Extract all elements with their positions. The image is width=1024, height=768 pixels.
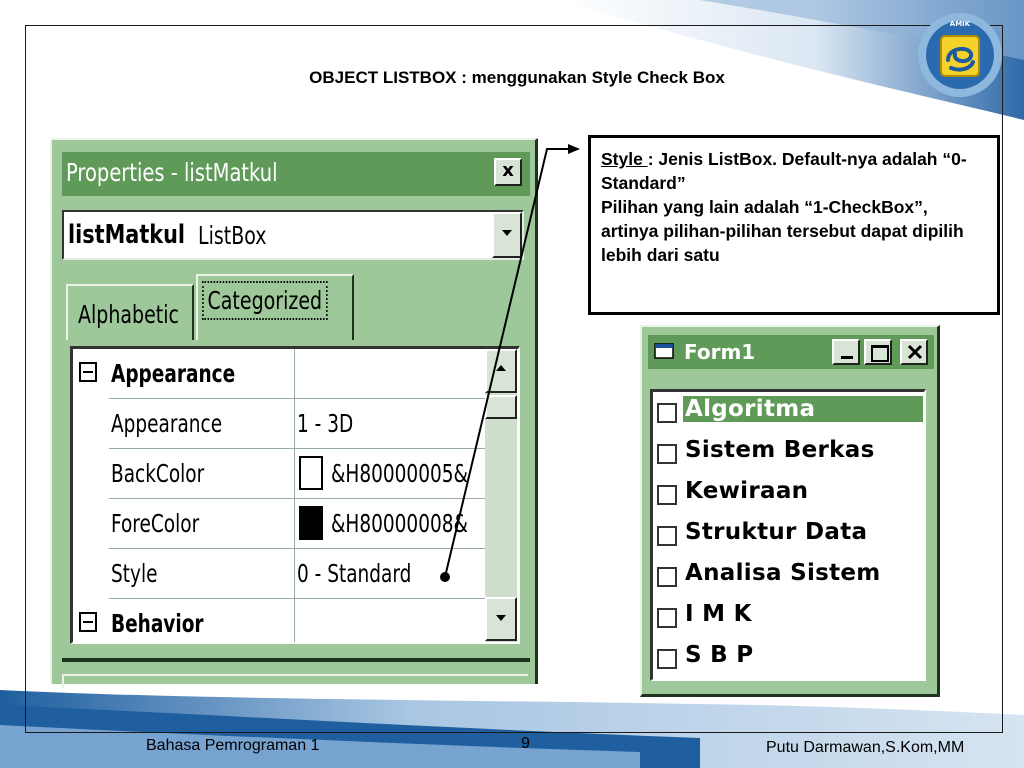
list-item[interactable]: I M K: [653, 597, 923, 637]
form-icon: [654, 343, 674, 359]
tab-alphabetic-label: Alphabetic: [78, 300, 179, 329]
maximize-button[interactable]: [864, 339, 892, 365]
list-item-label: Struktur Data: [685, 519, 868, 545]
property-name: ForeColor: [111, 509, 200, 538]
close-button[interactable]: [900, 339, 928, 365]
list-item-checkbox[interactable]: [657, 403, 677, 423]
object-selector-combo[interactable]: listMatkul ListBox: [62, 210, 524, 260]
footer-author: Putu Darmawan,S.Kom,MM: [766, 739, 965, 756]
callout-detail: Pilihan yang lain adalah “1-CheckBox”, a…: [601, 197, 964, 265]
scroll-thumb[interactable]: [485, 395, 517, 419]
property-value: &H80000008&: [331, 509, 468, 538]
callout-term: Style: [601, 149, 648, 169]
grid-category-row[interactable]: Behavior: [73, 599, 503, 642]
list-item-label: Algoritma: [683, 396, 923, 422]
close-icon: [907, 344, 923, 360]
list-item-checkbox[interactable]: [657, 444, 677, 464]
form1-window: Form1 Algoritma Sistem Berkas Kewiraan S…: [640, 325, 940, 697]
slide-title: OBJECT LISTBOX : menggunakan Style Check…: [309, 68, 725, 87]
list-item-label: Kewiraan: [685, 478, 809, 504]
list-item-label: S B P: [685, 642, 754, 668]
list-item[interactable]: Sistem Berkas: [653, 433, 923, 473]
property-value: 1 - 3D: [297, 409, 354, 438]
category-name: Behavior: [111, 609, 204, 638]
tab-categorized-label: Categorized: [202, 281, 328, 320]
properties-window: Properties - listMatkul x listMatkul Lis…: [50, 138, 538, 688]
property-name: BackColor: [111, 459, 205, 488]
minimize-button[interactable]: [832, 339, 860, 365]
object-name: listMatkul: [68, 220, 186, 250]
list-item-label: I M K: [685, 601, 752, 627]
grid-scrollbar[interactable]: [485, 349, 517, 642]
property-name: Appearance: [111, 409, 223, 438]
collapse-icon[interactable]: [79, 612, 97, 632]
list-item-checkbox[interactable]: [657, 567, 677, 587]
list-item[interactable]: Struktur Data: [653, 515, 923, 555]
form1-title: Form1: [684, 340, 756, 364]
property-value: 0 - Standard: [297, 559, 412, 588]
list-item-checkbox[interactable]: [657, 608, 677, 628]
list-item[interactable]: Kewiraan: [653, 474, 923, 514]
list-item-checkbox[interactable]: [657, 485, 677, 505]
divider: [62, 658, 530, 662]
list-item[interactable]: Algoritma: [653, 392, 923, 432]
property-name: Style: [111, 559, 158, 588]
grid-property-row[interactable]: ForeColor &H80000008&: [73, 499, 505, 549]
scroll-up-button[interactable]: [485, 349, 517, 393]
chevron-up-icon: [496, 365, 506, 371]
list-item[interactable]: Analisa Sistem: [653, 556, 923, 596]
checkbox-listbox[interactable]: Algoritma Sistem Berkas Kewiraan Struktu…: [650, 389, 926, 681]
list-item-checkbox[interactable]: [657, 649, 677, 669]
grid-property-row[interactable]: BackColor &H80000005&: [73, 449, 505, 499]
chevron-down-icon: [496, 615, 506, 621]
list-item-checkbox[interactable]: [657, 526, 677, 546]
properties-close-button[interactable]: x: [494, 158, 522, 186]
category-name: Appearance: [111, 359, 236, 388]
grid-property-row[interactable]: Style 0 - Standard: [73, 549, 505, 599]
callout-definition: : Jenis ListBox. Default-nya adalah “0-S…: [601, 149, 967, 193]
property-grid: Appearance Appearance 1 - 3D BackColor &…: [70, 346, 520, 644]
property-value: &H80000005&: [331, 459, 468, 488]
list-item-label: Sistem Berkas: [685, 437, 875, 463]
color-swatch: [299, 506, 323, 540]
grid-property-row[interactable]: Appearance 1 - 3D: [73, 399, 505, 449]
tab-alphabetic[interactable]: Alphabetic: [66, 284, 194, 340]
footer-course: Bahasa Pemrograman 1: [146, 737, 320, 754]
object-type: ListBox: [198, 221, 267, 250]
description-panel: [62, 674, 528, 688]
color-swatch: [299, 456, 323, 490]
properties-title: Properties - listMatkul: [66, 158, 278, 187]
page-number: 9: [521, 735, 530, 752]
svg-text:AMIK: AMIK: [950, 20, 971, 28]
properties-titlebar[interactable]: Properties - listMatkul x: [62, 152, 530, 196]
chevron-down-icon: [502, 230, 512, 236]
collapse-icon[interactable]: [79, 362, 97, 382]
combo-dropdown-button[interactable]: [492, 212, 522, 258]
form1-titlebar[interactable]: Form1: [648, 335, 934, 369]
scroll-down-button[interactable]: [485, 597, 517, 641]
list-item[interactable]: S B P: [653, 638, 923, 678]
list-item-label: Analisa Sistem: [685, 560, 881, 586]
style-callout: Style : Jenis ListBox. Default-nya adala…: [588, 135, 1000, 315]
tab-categorized[interactable]: Categorized: [196, 274, 354, 340]
grid-category-row[interactable]: Appearance: [73, 349, 505, 399]
